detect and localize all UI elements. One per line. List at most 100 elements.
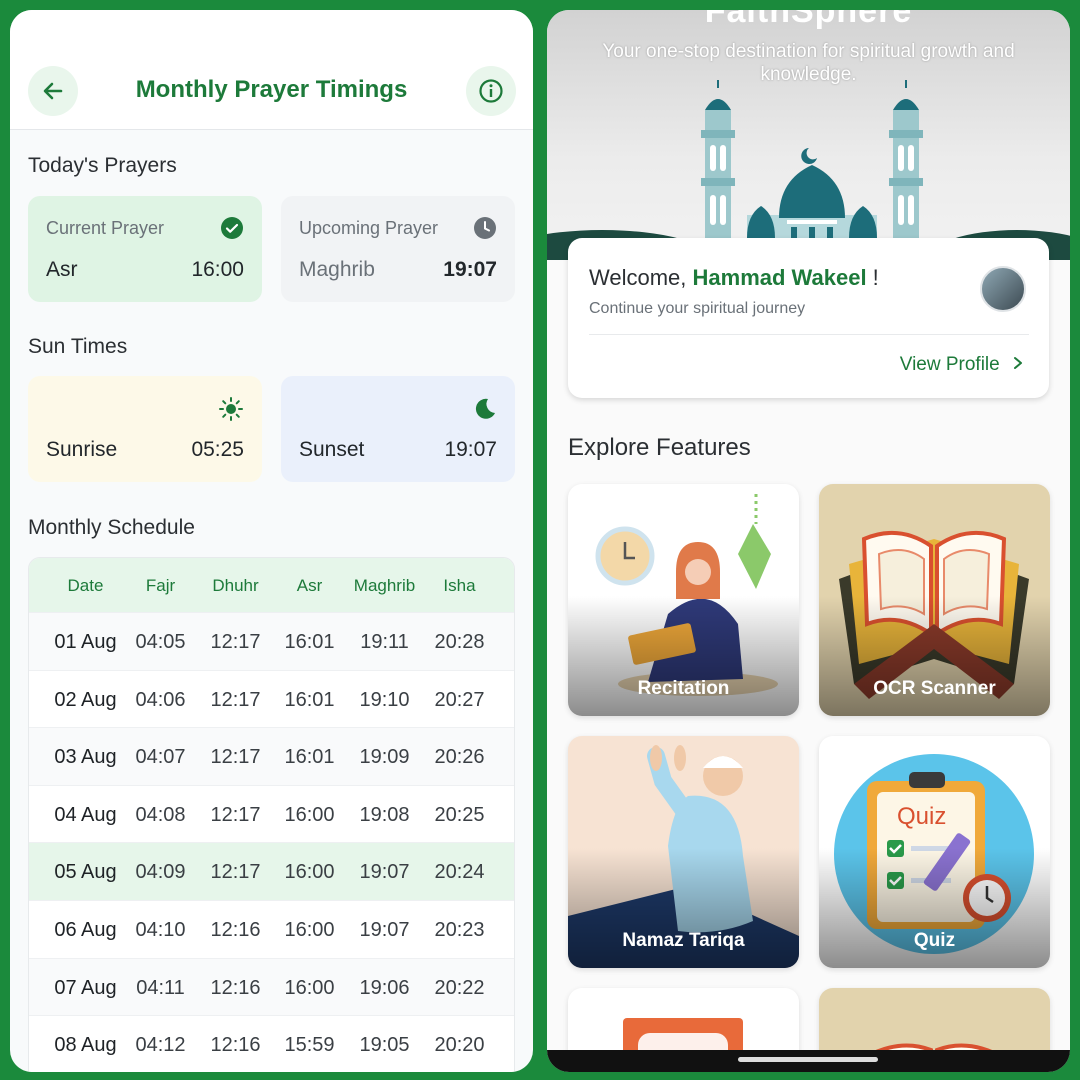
time-cell: 20:23	[434, 919, 485, 941]
table-row: 08 Aug 04:12 12:16 15:59 19:05 20:20	[29, 1015, 514, 1072]
time-cell: 12:16	[210, 976, 261, 999]
time-cell: 04:05	[135, 631, 186, 653]
time-cell: 20:22	[434, 976, 485, 999]
time-cell: 16:01	[284, 631, 335, 653]
time-cell: 20:25	[434, 803, 485, 826]
time-cell: 12:17	[210, 803, 261, 826]
time-cell: 19:07	[359, 919, 410, 941]
moon-icon	[471, 396, 497, 427]
table-row: 01 Aug 04:05 12:17 16:01 19:11 20:28	[29, 612, 514, 670]
avatar[interactable]	[980, 266, 1026, 312]
system-nav-bar	[547, 1050, 1070, 1072]
table-header: Date Fajr Dhuhr Asr Maghrib Isha	[29, 558, 514, 612]
column-header: Dhuhr	[212, 576, 259, 595]
sun-icon	[218, 396, 244, 427]
time-cell: 04:06	[135, 688, 186, 711]
time-cell: 04:09	[135, 861, 186, 884]
column-header: Isha	[443, 576, 476, 595]
time-cell: 19:07	[359, 861, 410, 884]
feature-label: Quiz	[913, 930, 956, 951]
monthly-schedule-heading: Monthly Schedule	[28, 516, 195, 539]
table-row: 02 Aug 04:06 12:17 16:01 19:10 20:27	[29, 669, 514, 728]
home-indicator[interactable]	[738, 1057, 878, 1062]
time-cell: 19:11	[360, 631, 409, 653]
time-cell: 16:00	[284, 976, 335, 999]
table-row: 03 Aug 04:07 12:17 16:01 19:09 20:26	[29, 727, 514, 785]
time-cell: 04:11	[136, 976, 185, 999]
welcome-text: Welcome, Hammad Wakeel !	[589, 265, 879, 290]
time-cell: 04:10	[135, 919, 186, 941]
date-cell: 08 Aug	[54, 1034, 117, 1057]
svg-text:Quiz: Quiz	[897, 803, 946, 830]
home-screen: FaithSphere Your one-stop destination fo…	[547, 10, 1070, 1072]
time-cell: 19:06	[359, 976, 410, 999]
date-cell: 05 Aug	[54, 861, 117, 884]
date-cell: 04 Aug	[54, 803, 117, 826]
time-cell: 20:28	[434, 631, 485, 653]
hero-banner: FaithSphere Your one-stop destination fo…	[547, 10, 1070, 260]
date-cell: 07 Aug	[54, 976, 117, 999]
time-cell: 16:01	[284, 746, 335, 769]
time-cell: 04:08	[135, 803, 186, 826]
current-prayer-name: Asr	[46, 258, 78, 281]
feature-card-recitation[interactable]: Recitation	[568, 484, 799, 716]
time-cell: 04:07	[135, 746, 186, 769]
table-row: 04 Aug 04:08 12:17 16:00 19:08 20:25	[29, 784, 514, 843]
monthly-schedule-table: Date Fajr Dhuhr Asr Maghrib Isha 01 Aug 0…	[28, 557, 515, 1072]
sunset-card: Sunset 19:07	[281, 376, 515, 482]
time-cell: 19:05	[359, 1034, 410, 1057]
date-cell: 06 Aug	[54, 919, 117, 941]
sunset-label: Sunset	[299, 438, 365, 461]
upcoming-prayer-label: Upcoming Prayer	[299, 218, 439, 238]
date-cell: 02 Aug	[54, 688, 117, 711]
feature-card-ocr-scanner[interactable]: OCR Scanner	[819, 484, 1050, 716]
feature-card-namaz-tariqa[interactable]: Namaz Tariqa	[568, 736, 799, 968]
table-row: 07 Aug 04:11 12:16 16:00 19:06 20:22	[29, 957, 514, 1016]
feature-label: OCR Scanner	[873, 678, 996, 699]
upcoming-prayer-time: 19:07	[443, 258, 497, 281]
sunset-time: 19:07	[444, 438, 497, 461]
view-profile-link[interactable]: View Profile	[900, 354, 1025, 376]
todays-prayers-heading: Today's Prayers	[28, 154, 177, 177]
time-cell: 20:24	[434, 861, 485, 884]
chevron-right-icon	[1014, 357, 1022, 369]
time-cell: 20:20	[434, 1034, 485, 1057]
time-cell: 19:09	[359, 746, 410, 769]
explore-features-heading: Explore Features	[568, 434, 751, 461]
time-cell: 16:01	[284, 688, 335, 711]
sunrise-time: 05:25	[191, 438, 244, 461]
date-cell: 03 Aug	[54, 746, 117, 769]
time-cell: 20:26	[434, 746, 485, 769]
time-cell: 12:16	[210, 919, 261, 941]
time-cell: 16:00	[284, 861, 335, 884]
current-prayer-label: Current Prayer	[46, 218, 165, 238]
time-cell: 12:16	[210, 1034, 261, 1057]
date-cell: 01 Aug	[54, 631, 117, 653]
app-header: Monthly Prayer Timings	[10, 10, 533, 130]
feature-card-quiz[interactable]: Quiz Quiz	[819, 736, 1050, 968]
check-circle-icon	[220, 216, 244, 245]
time-cell: 16:00	[284, 919, 335, 941]
welcome-subtitle: Continue your spiritual journey	[589, 300, 806, 317]
upcoming-prayer-card: Upcoming Prayer Maghrib 19:07	[281, 196, 515, 302]
sun-times-heading: Sun Times	[28, 335, 128, 358]
info-button[interactable]	[466, 66, 516, 116]
table-row-today: 05 Aug 04:09 12:17 16:00 19:07 20:24	[29, 842, 514, 900]
user-name: Hammad Wakeel	[692, 265, 867, 290]
divider	[589, 334, 1029, 335]
clock-icon	[473, 216, 497, 245]
prayer-timings-screen: Monthly Prayer Timings Today's Prayers C…	[10, 10, 533, 1072]
time-cell: 19:08	[359, 803, 410, 826]
upcoming-prayer-name: Maghrib	[299, 258, 375, 281]
time-cell: 12:17	[210, 861, 261, 884]
page-title: Monthly Prayer Timings	[135, 76, 408, 103]
time-cell: 16:00	[284, 803, 335, 826]
time-cell: 12:17	[210, 688, 261, 711]
mosque-illustration	[547, 80, 1070, 260]
table-row: 06 Aug 04:10 12:16 16:00 19:07 20:23	[29, 900, 514, 958]
time-cell: 12:17	[210, 631, 261, 653]
time-cell: 15:59	[284, 1034, 335, 1057]
welcome-card: Welcome, Hammad Wakeel ! Continue your s…	[568, 238, 1049, 398]
current-prayer-card: Current Prayer Asr 16:00	[28, 196, 262, 302]
column-header: Asr	[296, 576, 323, 595]
